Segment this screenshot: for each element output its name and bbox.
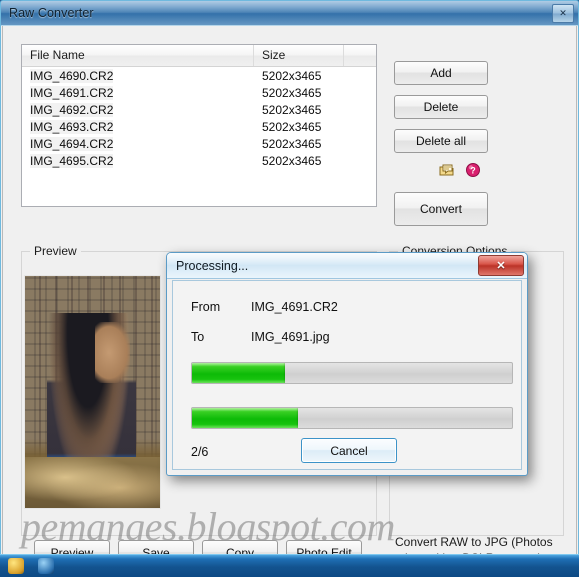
delete-button[interactable]: Delete: [394, 95, 488, 119]
column-header-filename[interactable]: File Name: [22, 45, 254, 66]
column-header-size[interactable]: Size: [254, 45, 344, 66]
taskbar-icon-2[interactable]: [38, 558, 54, 574]
taskbar-icon-1[interactable]: [8, 558, 24, 574]
add-button[interactable]: Add: [394, 61, 488, 85]
processing-dialog: Processing... ✕ From IMG_4691.CR2 To IMG…: [166, 252, 528, 476]
dialog-titlebar: Processing... ✕: [167, 253, 527, 279]
file-name-cell: IMG_4693.CR2: [30, 119, 114, 134]
file-size-cell: 5202x3465: [262, 153, 322, 168]
file-name-cell: IMG_4695.CR2: [30, 153, 114, 168]
table-row[interactable]: IMG_4690.CR2 5202x3465: [22, 67, 376, 84]
convert-button[interactable]: Convert: [394, 192, 488, 226]
file-name-cell: IMG_4690.CR2: [30, 68, 114, 83]
file-size-cell: 5202x3465: [262, 119, 322, 134]
preview-photo: [25, 276, 160, 508]
cancel-button[interactable]: Cancel: [301, 438, 397, 463]
file-name-cell: IMG_4692.CR2: [30, 102, 114, 117]
window-title: Raw Converter: [9, 6, 94, 20]
photo-ground: [25, 456, 160, 508]
file-list-body: IMG_4690.CR2 5202x3465 IMG_4691.CR2 5202…: [22, 67, 376, 169]
file-progress-bar: [191, 362, 513, 384]
table-row[interactable]: IMG_4693.CR2 5202x3465: [22, 118, 376, 135]
total-progress-fill: [192, 408, 298, 428]
file-size-cell: 5202x3465: [262, 136, 322, 151]
close-icon[interactable]: ✕: [552, 4, 574, 23]
table-row[interactable]: IMG_4694.CR2 5202x3465: [22, 135, 376, 152]
file-size-cell: 5202x3465: [262, 102, 322, 117]
dialog-body: From IMG_4691.CR2 To IMG_4691.jpg 2/6 Ca…: [172, 280, 522, 470]
from-label: From: [191, 300, 221, 314]
window-client-area: File Name Size IMG_4690.CR2 5202x3465 IM…: [2, 26, 577, 565]
file-list[interactable]: File Name Size IMG_4690.CR2 5202x3465 IM…: [21, 44, 377, 207]
from-value: IMG_4691.CR2: [251, 300, 338, 314]
file-list-header: File Name Size: [22, 45, 376, 67]
help-icon[interactable]: ?: [465, 162, 481, 178]
file-size-cell: 5202x3465: [262, 68, 322, 83]
file-name-cell: IMG_4691.CR2: [30, 85, 114, 100]
taskbar[interactable]: [0, 554, 579, 577]
table-row[interactable]: IMG_4692.CR2 5202x3465: [22, 101, 376, 118]
file-size-cell: 5202x3465: [262, 85, 322, 100]
preview-group-label: Preview: [30, 244, 81, 258]
delete-all-button[interactable]: Delete all: [394, 129, 488, 153]
to-value: IMG_4691.jpg: [251, 330, 330, 344]
table-row[interactable]: IMG_4695.CR2 5202x3465: [22, 152, 376, 169]
window-titlebar: Raw Converter ✕: [1, 1, 578, 26]
file-name-cell: IMG_4694.CR2: [30, 136, 114, 151]
mini-icon-row: ?: [439, 162, 481, 178]
raw-converter-window: Raw Converter ✕ File Name Size IMG_4690.…: [0, 0, 579, 566]
total-progress-bar: [191, 407, 513, 429]
dialog-close-icon[interactable]: ✕: [478, 255, 524, 276]
file-progress-fill: [192, 363, 285, 383]
table-row[interactable]: IMG_4691.CR2 5202x3465: [22, 84, 376, 101]
svg-text:?: ?: [470, 166, 476, 176]
preview-thumbnail: [24, 275, 161, 509]
dialog-title: Processing...: [176, 258, 249, 273]
folder-mail-icon[interactable]: [439, 162, 455, 178]
photo-subject-arm: [95, 322, 131, 383]
column-header-extra[interactable]: [344, 45, 376, 66]
progress-counter: 2/6: [191, 445, 209, 459]
to-label: To: [191, 330, 205, 344]
